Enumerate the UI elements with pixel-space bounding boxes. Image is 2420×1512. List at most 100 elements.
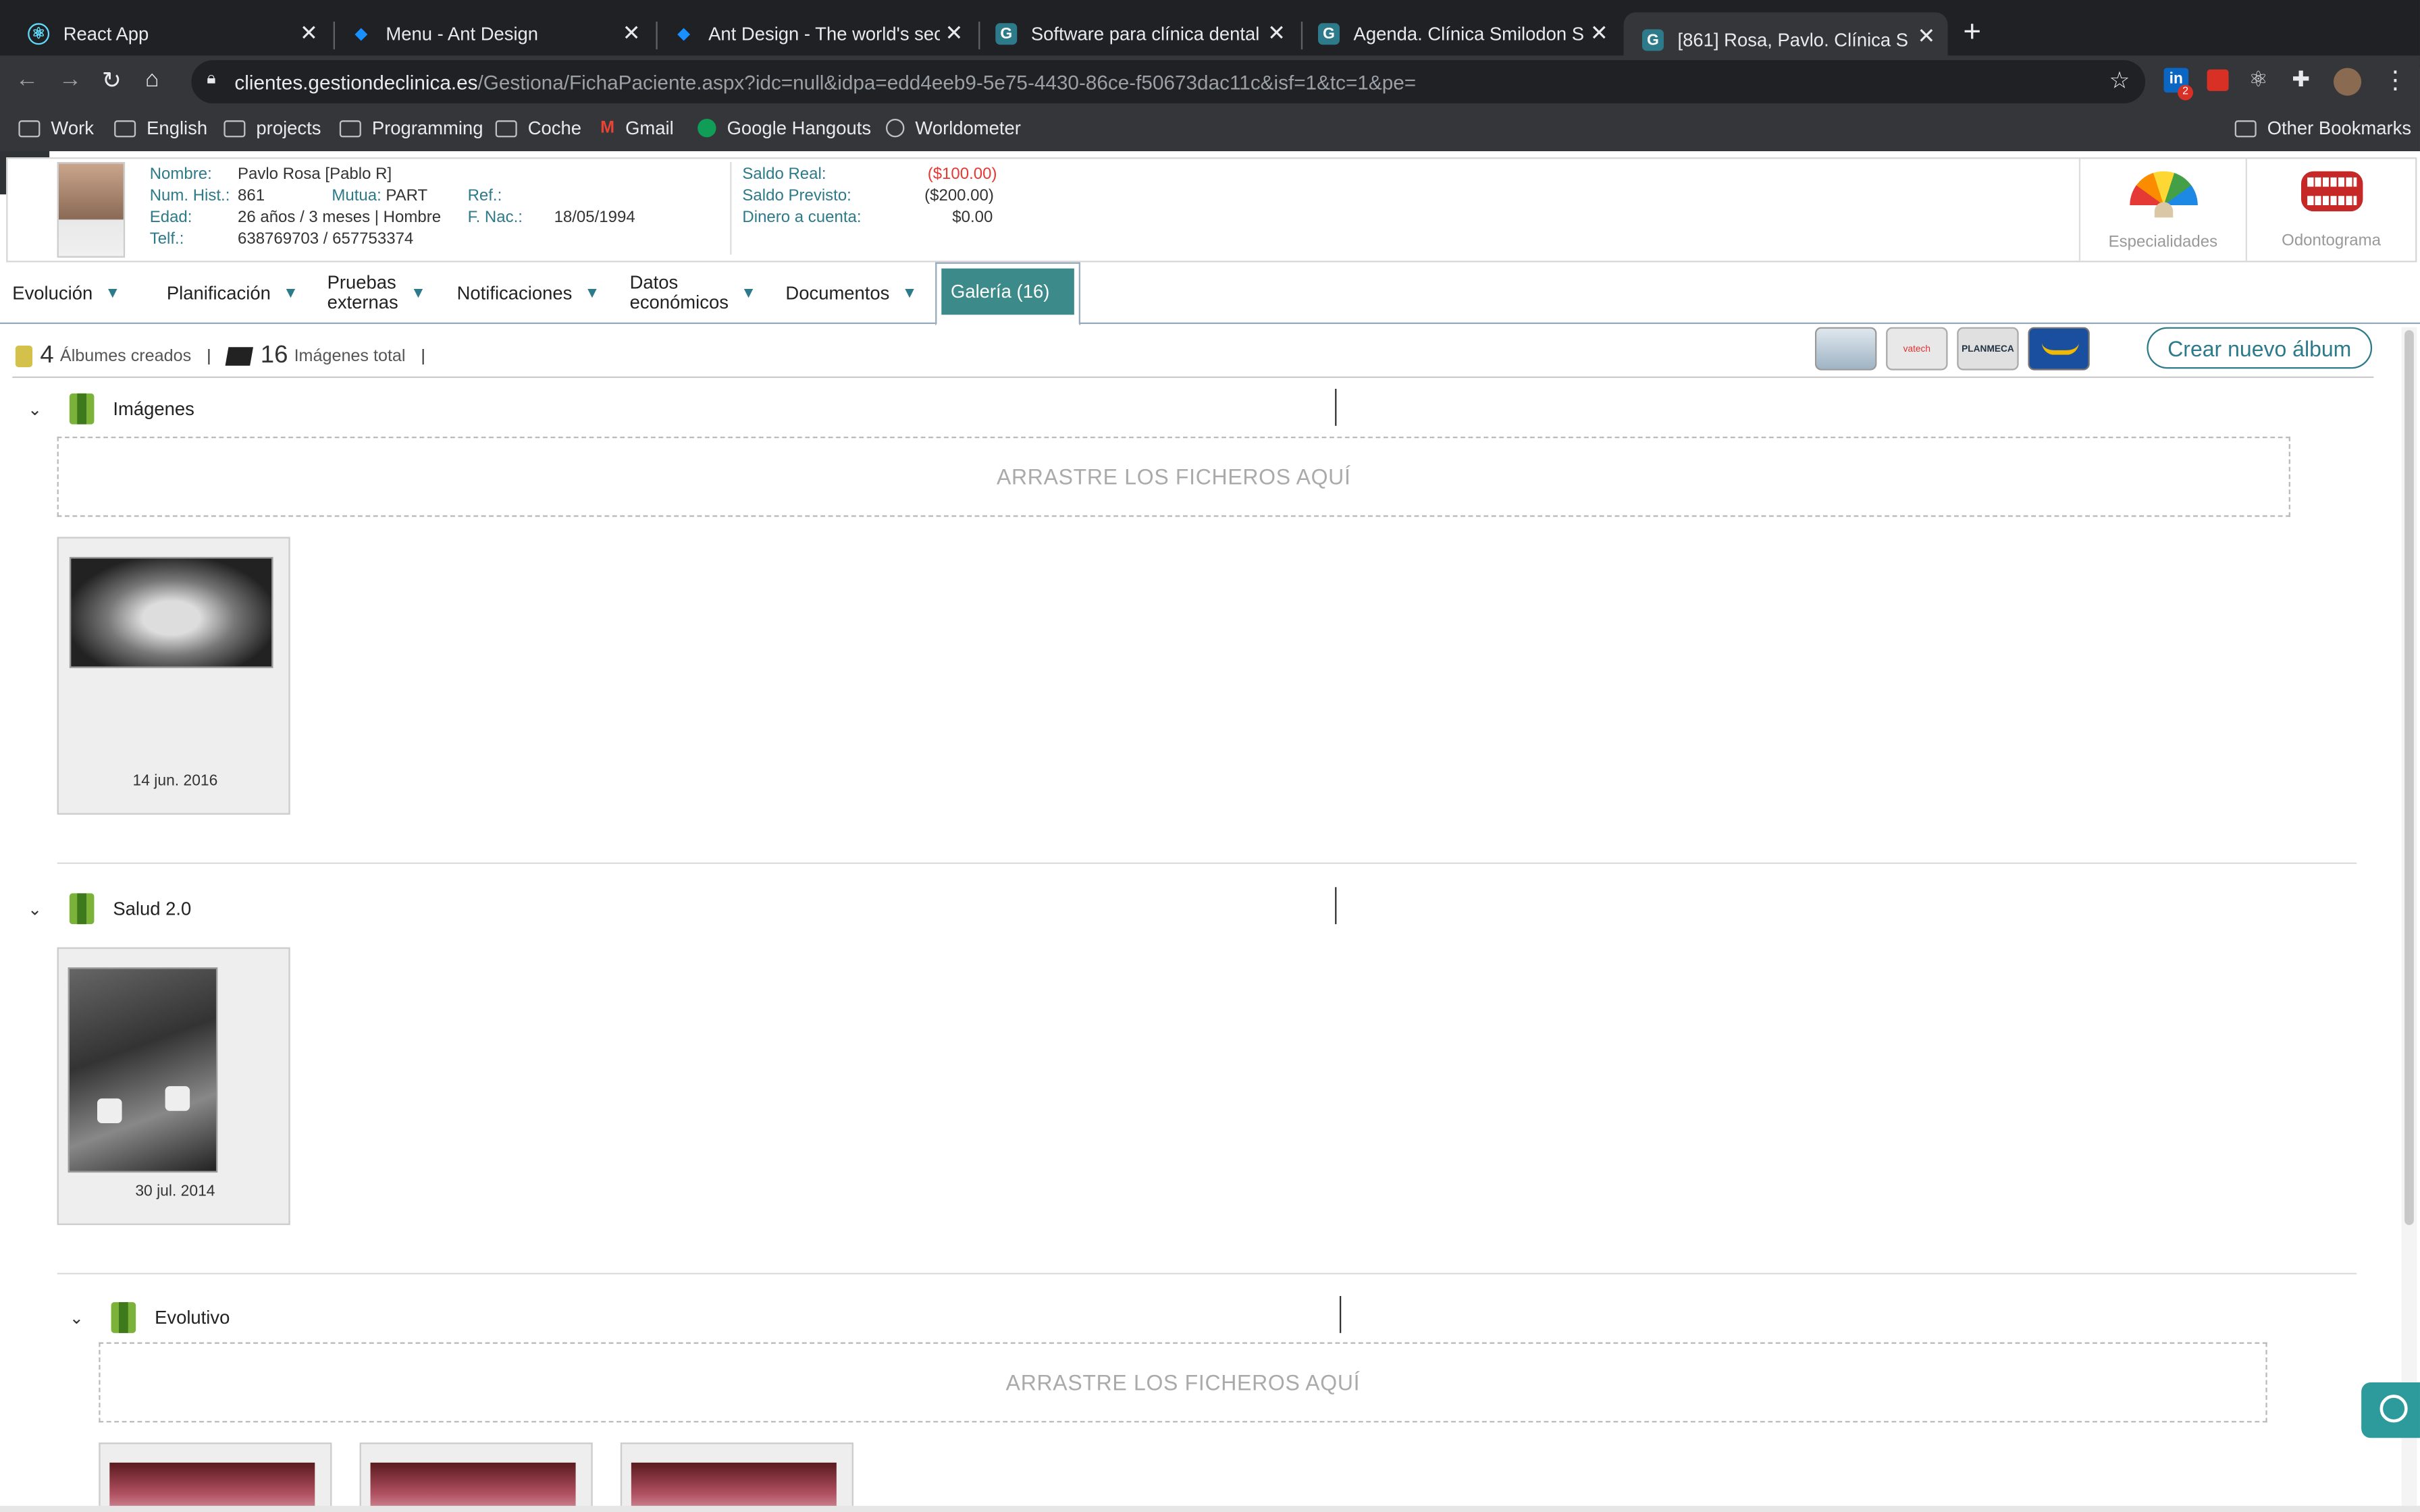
image-date: 30 jul. 2014 <box>135 1183 215 1201</box>
album-header-salud: ⌄ Salud 2.0 <box>28 893 191 925</box>
create-album-button[interactable]: Crear nuevo álbum <box>2147 327 2373 369</box>
vatech-integration-button[interactable]: vatech <box>1886 327 1948 371</box>
album-title[interactable]: Evolutivo <box>155 1307 230 1328</box>
menu-kebab-icon[interactable]: ⋮ <box>2383 65 2408 96</box>
collapse-chevron-icon[interactable]: ⌄ <box>28 898 42 919</box>
profile-avatar[interactable] <box>2333 68 2362 96</box>
back-icon[interactable]: ← <box>16 66 38 92</box>
images-count: 16 <box>260 342 288 369</box>
tab-galeria[interactable]: Galería (16) <box>935 262 1080 326</box>
bookmark-worldometer[interactable]: Worldometer <box>885 117 1021 139</box>
album-title[interactable]: Imágenes <box>113 398 194 420</box>
xray-periapical-thumbnail <box>68 967 218 1173</box>
close-icon[interactable]: ✕ <box>1267 22 1286 43</box>
react-devtools-icon[interactable]: ⚛ <box>2248 66 2268 92</box>
image-card[interactable] <box>620 1442 853 1512</box>
folder-icon <box>223 119 246 137</box>
new-tab-button[interactable]: + <box>1963 16 1981 51</box>
bookmark-work[interactable]: Work <box>18 117 94 139</box>
hangouts-icon <box>698 118 716 138</box>
bookmark-google-hangouts[interactable]: Google Hangouts <box>698 117 871 139</box>
patient-age: 26 años / 3 meses | Hombre <box>237 208 442 227</box>
bookmark-programming[interactable]: Programming <box>339 117 483 139</box>
bookmarks-bar: Work English projects Programming Coche … <box>0 107 2420 151</box>
bookmark-projects[interactable]: projects <box>223 117 321 139</box>
sirona-integration-button[interactable] <box>2028 327 2090 371</box>
patient-history-number: 861 <box>237 186 265 205</box>
close-icon[interactable]: ✕ <box>300 22 318 43</box>
album-header-evolutivo: ⌄ Evolutivo <box>70 1302 230 1333</box>
tab-documentos[interactable]: Documentos ▼ <box>785 263 917 324</box>
album-title[interactable]: Salud 2.0 <box>113 898 191 919</box>
close-icon[interactable]: ✕ <box>623 22 641 43</box>
gestion-icon: G <box>1641 29 1664 51</box>
extensions-puzzle-icon[interactable]: ✚ <box>2292 66 2310 92</box>
album-icon <box>70 393 95 425</box>
gestion-icon: G <box>995 23 1018 45</box>
folder-icon <box>18 119 41 137</box>
tab-pruebas-externas[interactable]: Pruebas externas ▼ <box>327 263 426 324</box>
album-icon <box>70 893 95 925</box>
close-icon[interactable]: ✕ <box>1590 22 1608 43</box>
text-caret <box>1339 1295 1342 1333</box>
react-icon: ⚛ <box>28 23 50 45</box>
scanner-integration-button[interactable] <box>1814 327 1877 371</box>
reload-icon[interactable]: ↻ <box>102 66 122 94</box>
dropzone[interactable]: ARRASTRE LOS FICHEROS AQUÍ <box>57 436 2290 517</box>
bookmark-english[interactable]: English <box>114 117 207 139</box>
album-icon <box>111 1302 136 1333</box>
folder-icon <box>339 119 361 137</box>
tab-notificaciones[interactable]: Notificaciones ▼ <box>457 263 600 324</box>
album-icon <box>15 345 32 367</box>
bookmark-other[interactable]: Other Bookmarks <box>2234 117 2411 139</box>
scrollbar[interactable] <box>2401 327 2417 1509</box>
teeth-icon <box>2300 171 2363 212</box>
lock-icon: 🔒︎ <box>207 69 216 88</box>
support-chat-button[interactable] <box>2361 1382 2420 1438</box>
bookmark-coche[interactable]: Coche <box>495 117 581 139</box>
address-bar[interactable]: 🔒︎ clientes.gestiondeclinica.es/Gestiona… <box>191 60 2146 104</box>
tab-datos-economicos[interactable]: Datos económicos ▼ <box>630 263 756 324</box>
page-content: Nombre: Pavlo Rosa [Pablo R] Num. Hist.:… <box>0 151 2420 1512</box>
chevron-down-icon: ▼ <box>584 284 600 302</box>
gmail-icon: M <box>600 118 615 138</box>
tab-planificacion[interactable]: Planificación ▼ <box>167 263 298 324</box>
chevron-down-icon: ▼ <box>411 284 426 302</box>
dinero-a-cuenta: $0.00 <box>952 208 993 227</box>
albums-count: 4 <box>40 342 54 369</box>
collapse-chevron-icon[interactable]: ⌄ <box>70 1307 84 1327</box>
close-icon[interactable]: ✕ <box>945 22 963 43</box>
bookmark-gmail[interactable]: M Gmail <box>600 117 674 139</box>
album-header-imagenes: ⌄ Imágenes <box>28 393 194 425</box>
saldo-previsto: ($200.00) <box>924 186 994 205</box>
planmeca-integration-button[interactable]: PLANMECA <box>1957 327 2019 371</box>
ant-design-icon: ◆ <box>677 25 690 43</box>
dropzone[interactable]: ARRASTRE LOS FICHEROS AQUÍ <box>99 1342 2267 1423</box>
image-card[interactable]: 30 jul. 2014 <box>57 947 290 1225</box>
image-card[interactable]: 14 jun. 2016 <box>57 537 290 815</box>
image-card[interactable] <box>99 1442 332 1512</box>
especialidades-button[interactable]: Especialidades <box>2078 159 2246 261</box>
image-card[interactable] <box>359 1442 593 1512</box>
home-icon[interactable]: ⌂ <box>145 66 159 92</box>
folder-icon <box>2234 119 2257 137</box>
scrollbar-thumb[interactable] <box>2404 330 2414 1225</box>
gestion-icon: G <box>1317 23 1340 45</box>
folder-icon <box>495 119 517 137</box>
star-icon[interactable]: ☆ <box>2109 66 2130 94</box>
chevron-down-icon: ▼ <box>283 284 298 302</box>
ant-design-icon: ◆ <box>355 25 367 43</box>
tab-evolucion[interactable]: Evolución ▼ <box>12 263 120 324</box>
odontograma-button[interactable]: Odontograma <box>2245 159 2415 261</box>
intraoral-photo-thumbnail <box>109 1462 315 1512</box>
collapse-chevron-icon[interactable]: ⌄ <box>28 399 42 418</box>
close-icon[interactable]: ✕ <box>1917 25 1935 47</box>
forward-icon[interactable]: → <box>59 66 82 92</box>
specialties-wheel-icon <box>2129 171 2197 205</box>
patient-name: Pavlo Rosa [Pablo R] <box>237 165 392 184</box>
lastpass-extension-icon[interactable] <box>2207 69 2229 91</box>
intraoral-photo-thumbnail <box>631 1462 837 1512</box>
chevron-down-icon: ▼ <box>741 284 756 302</box>
patient-photo <box>57 161 126 258</box>
gallery-panel: 4 Álbumes creados | 16 Imágenes total | … <box>6 327 2398 1512</box>
